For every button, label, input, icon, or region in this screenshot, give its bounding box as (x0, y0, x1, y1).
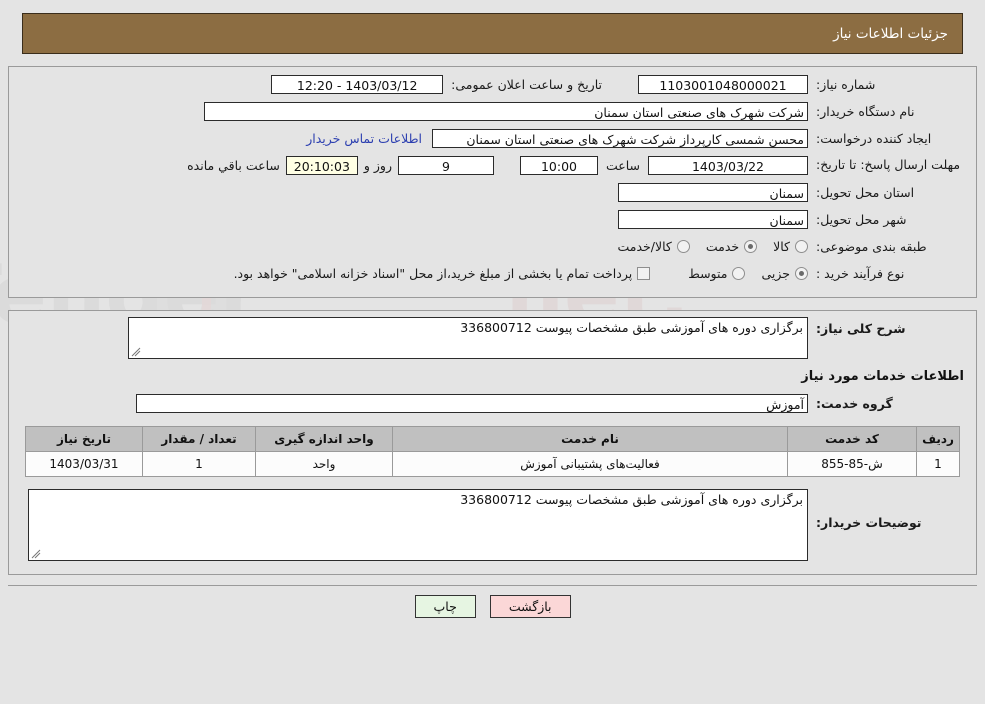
row-province: استان محل تحویل: سمنان (19, 181, 966, 203)
page-header: جزئیات اطلاعات نیاز (22, 13, 963, 54)
field-countdown: 20:10:03 (285, 155, 358, 175)
items-table-wrapper: ردیف کد خدمت نام خدمت واحد اندازه گیری ت… (25, 426, 960, 477)
footer-divider (8, 585, 977, 586)
row-purchase-process: نوع فرآیند خرید : جزیی متوسط پرداخت تمام… (19, 262, 966, 284)
row-requester: ایجاد کننده درخواست: محسن شمسی کارپرداز … (19, 127, 966, 149)
field-buyer-org[interactable]: شرکت شهرک های صنعتی استان سمنان (204, 101, 808, 121)
summary-text-value: برگزاری دوره های آموزشی طبق مشخصات پیوست… (460, 320, 803, 335)
table-header-row: ردیف کد خدمت نام خدمت واحد اندازه گیری ت… (25, 426, 960, 452)
field-service-group[interactable]: آموزش (136, 393, 808, 413)
col-name: نام خدمت (392, 426, 788, 452)
col-need-date: تاریخ نیاز (25, 426, 143, 452)
cell-radif: 1 (916, 451, 960, 477)
label-city: شهر محل تحویل: (816, 211, 907, 227)
label-hour: ساعت (605, 157, 640, 173)
row-need-number: شماره نیاز: 1103001048000021 تاریخ و ساع… (19, 73, 966, 95)
general-info-panel: شرح کلی نیاز: برگزاری دوره های آموزشی طب… (8, 310, 977, 575)
label-buyer-org: نام دستگاه خریدار: (816, 103, 915, 119)
label-days-word: روز و (363, 157, 392, 173)
label-deadline: مهلت ارسال پاسخ: تا تاریخ: (816, 157, 961, 172)
table-row: 1 ش-85-855 فعالیت‌های پشتیبانی آموزش واح… (25, 451, 960, 477)
field-deadline-date[interactable]: 1403/03/22 (648, 155, 808, 175)
resize-grip-icon (131, 347, 141, 357)
items-table: ردیف کد خدمت نام خدمت واحد اندازه گیری ت… (25, 426, 960, 477)
buyer-contact-link[interactable]: اطلاعات تماس خریدار (306, 131, 432, 146)
radio-category-kala-khedmat[interactable] (676, 239, 690, 253)
col-radif: ردیف (916, 426, 960, 452)
label-category-khedmat: خدمت (705, 238, 740, 254)
field-need-number[interactable]: 1103001048000021 (638, 74, 808, 94)
label-need-number: شماره نیاز: (816, 76, 876, 92)
label-category: طبقه بندی موضوعی: (816, 238, 927, 254)
label-category-kala-khedmat: کالا/خدمت (617, 238, 672, 254)
label-process-motavaset: متوسط (688, 265, 728, 281)
col-code: کد خدمت (787, 426, 917, 452)
field-city[interactable]: سمنان (618, 209, 808, 229)
buyer-notes-value: برگزاری دوره های آموزشی طبق مشخصات پیوست… (460, 492, 803, 507)
resize-grip-icon-notes (31, 549, 41, 559)
field-buyer-notes[interactable]: برگزاری دوره های آموزشی طبق مشخصات پیوست… (28, 489, 808, 561)
cell-name: فعالیت‌های پشتیبانی آموزش (392, 451, 788, 477)
row-deadline: مهلت ارسال پاسخ: تا تاریخ: 1403/03/22 سا… (19, 154, 966, 176)
back-button[interactable]: بازگشت (489, 595, 571, 618)
label-province: استان محل تحویل: (816, 184, 915, 200)
checkbox-islamic-treasury[interactable] (637, 266, 651, 280)
row-buyer-notes: توضیحات خریدار: برگزاری دوره های آموزشی … (19, 489, 966, 561)
label-remaining-word: ساعت باقي مانده (187, 157, 280, 173)
label-process-jozei: جزیی (761, 265, 790, 281)
field-public-announce-datetime[interactable]: 12:20 - 1403/03/12 (271, 74, 444, 94)
cell-code: ش-85-855 (787, 451, 917, 477)
cell-qty: 1 (142, 451, 256, 477)
label-summary: شرح کلی نیاز: (816, 321, 906, 336)
page-title: جزئیات اطلاعات نیاز (833, 25, 948, 42)
cell-unit: واحد (255, 451, 393, 477)
label-public-announce: تاریخ و ساعت اعلان عمومی: (451, 76, 602, 92)
label-requester: ایجاد کننده درخواست: (816, 130, 932, 146)
field-requester[interactable]: محسن شمسی کارپرداز شرکت شهرک های صنعتی ا… (432, 128, 808, 148)
row-summary: شرح کلی نیاز: برگزاری دوره های آموزشی طب… (19, 317, 966, 359)
field-deadline-time[interactable]: 10:00 (519, 155, 598, 175)
radio-process-motavaset[interactable] (732, 266, 746, 280)
cell-need-date: 1403/03/31 (25, 451, 143, 477)
field-summary-text[interactable]: برگزاری دوره های آموزشی طبق مشخصات پیوست… (128, 317, 808, 359)
label-buyer-notes: توضیحات خریدار: (816, 515, 922, 530)
row-service-group: گروه خدمت: آموزش (19, 392, 966, 414)
row-buyer-org: نام دستگاه خریدار: شرکت شهرک های صنعتی ا… (19, 100, 966, 122)
radio-category-khedmat[interactable] (744, 239, 758, 253)
radio-category-kala[interactable] (795, 239, 808, 253)
label-purchase-process: نوع فرآیند خرید : (816, 265, 905, 281)
label-service-group: گروه خدمت: (816, 395, 893, 411)
need-info-panel: شماره نیاز: 1103001048000021 تاریخ و ساع… (8, 66, 977, 298)
label-islamic-treasury-note: پرداخت تمام یا بخشی از مبلغ خرید،از محل … (233, 265, 633, 281)
print-button[interactable]: چاپ (414, 595, 476, 618)
field-days-remaining[interactable]: 9 (397, 155, 494, 175)
footer-actions: بازگشت چاپ (0, 595, 985, 618)
col-qty: تعداد / مقدار (142, 426, 256, 452)
col-unit: واحد اندازه گیری (255, 426, 393, 452)
services-section-title: اطلاعات خدمات مورد نیاز (801, 369, 964, 384)
row-category: طبقه بندی موضوعی: کالا خدمت کالا/خدمت (19, 235, 966, 257)
label-category-kala: کالا (773, 238, 790, 254)
radio-process-jozei[interactable] (795, 266, 808, 280)
row-city: شهر محل تحویل: سمنان (19, 208, 966, 230)
field-province[interactable]: سمنان (618, 182, 808, 202)
